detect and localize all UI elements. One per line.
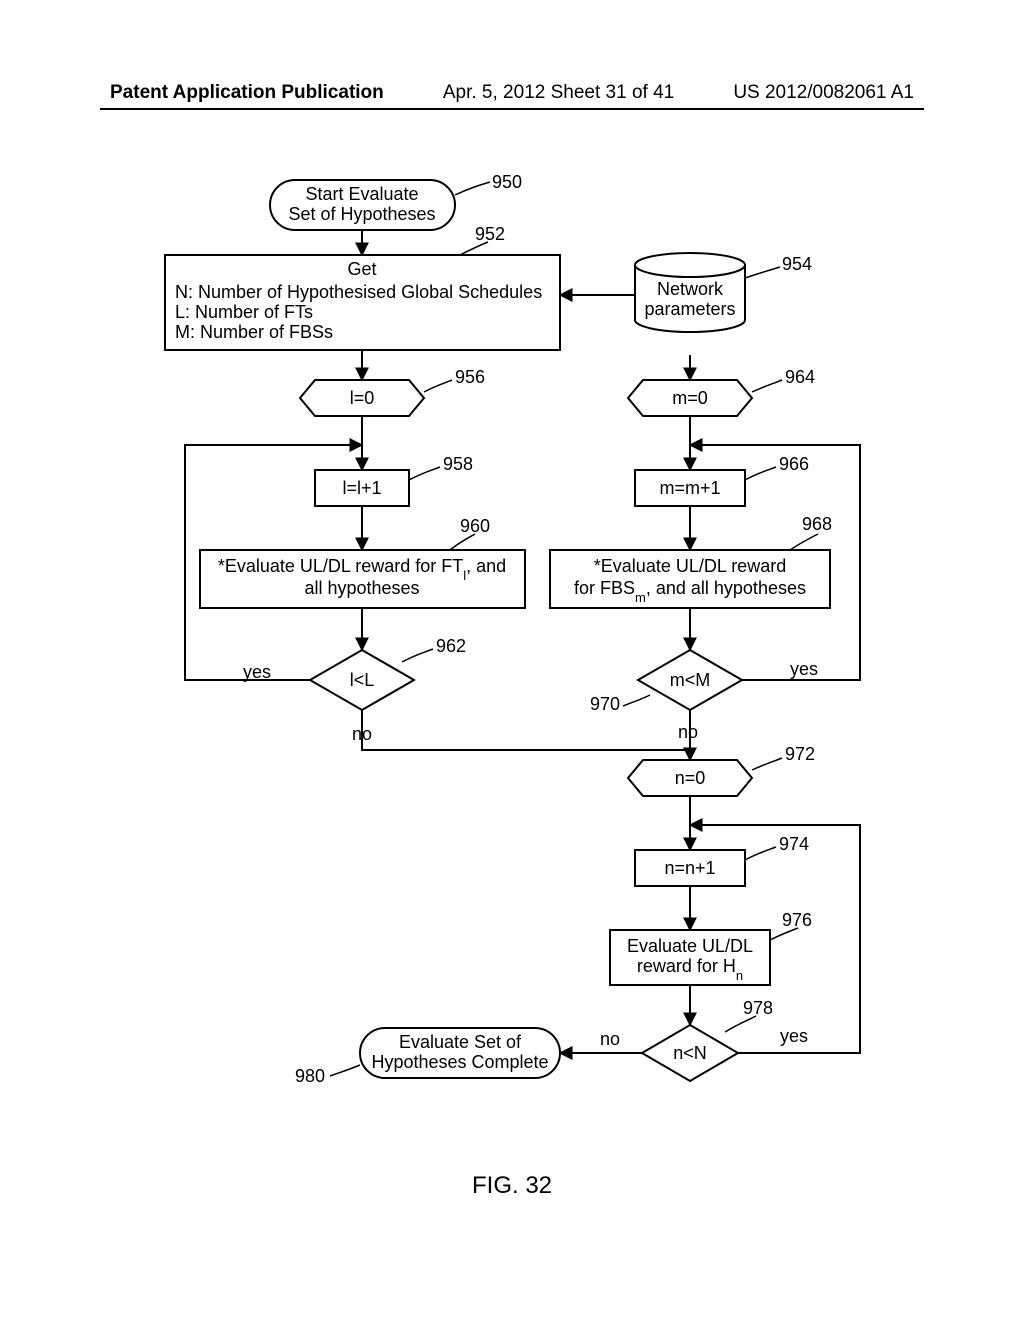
flowchart: Start Evaluate Set of Hypotheses 950 Get… (130, 170, 910, 1170)
svg-text:Network: Network (657, 279, 724, 299)
svg-text:Start Evaluate: Start Evaluate (305, 184, 418, 204)
label-970-no: no (678, 722, 698, 742)
node-958-inc-l: l=l+1 958 (315, 454, 473, 506)
node-978-test-n: n<N 978 (642, 998, 773, 1081)
svg-text:l<L: l<L (350, 670, 375, 690)
svg-text:m=m+1: m=m+1 (659, 478, 720, 498)
label-970-yes: yes (790, 659, 818, 679)
node-980-complete: Evaluate Set of Hypotheses Complete 980 (295, 1028, 560, 1086)
svg-text:970: 970 (590, 694, 620, 714)
node-956-init-l: l=0 956 (300, 367, 485, 416)
node-962-test-l: l<L 962 (310, 636, 466, 710)
svg-text:Evaluate Set of: Evaluate Set of (399, 1032, 522, 1052)
svg-text:976: 976 (782, 910, 812, 930)
node-974-inc-n: n=n+1 974 (635, 834, 809, 886)
page: Patent Application Publication Apr. 5, 2… (0, 0, 1024, 1320)
svg-text:972: 972 (785, 744, 815, 764)
node-966-inc-m: m=m+1 966 (635, 454, 809, 506)
svg-text:Evaluate UL/DL: Evaluate UL/DL (627, 936, 753, 956)
svg-text:974: 974 (779, 834, 809, 854)
header-right: US 2012/0082061 A1 (733, 82, 914, 104)
node-968-eval-fbs: *Evaluate UL/DL reward for FBSm, and all… (550, 514, 832, 608)
svg-text:952: 952 (475, 224, 505, 244)
svg-text:L: Number of FTs: L: Number of FTs (175, 302, 313, 322)
svg-text:l=l+1: l=l+1 (342, 478, 381, 498)
header-rule (100, 108, 924, 110)
svg-text:m=0: m=0 (672, 388, 708, 408)
figure-caption: FIG. 32 (0, 1172, 1024, 1200)
svg-text:964: 964 (785, 367, 815, 387)
svg-text:956: 956 (455, 367, 485, 387)
svg-text:*Evaluate UL/DL reward: *Evaluate UL/DL reward (594, 556, 786, 576)
svg-text:950: 950 (492, 172, 522, 192)
svg-text:N: Number of Hypothesised Glob: N: Number of Hypothesised Global Schedul… (175, 282, 542, 302)
page-header: Patent Application Publication Apr. 5, 2… (110, 82, 914, 104)
node-950-start: Start Evaluate Set of Hypotheses 950 (270, 172, 522, 230)
svg-text:960: 960 (460, 516, 490, 536)
svg-text:980: 980 (295, 1066, 325, 1086)
svg-text:962: 962 (436, 636, 466, 656)
header-center: Apr. 5, 2012 Sheet 31 of 41 (443, 82, 674, 104)
svg-text:n=n+1: n=n+1 (664, 858, 715, 878)
svg-text:966: 966 (779, 454, 809, 474)
svg-text:968: 968 (802, 514, 832, 534)
svg-text:n<N: n<N (673, 1043, 707, 1063)
header-left: Patent Application Publication (110, 82, 384, 104)
svg-text:all hypotheses: all hypotheses (304, 578, 419, 598)
node-954-db: Network parameters 954 (635, 253, 812, 332)
svg-text:958: 958 (443, 454, 473, 474)
svg-text:978: 978 (743, 998, 773, 1018)
svg-text:m<M: m<M (670, 670, 711, 690)
svg-text:Hypotheses Complete: Hypotheses Complete (371, 1052, 548, 1072)
svg-text:parameters: parameters (644, 299, 735, 319)
svg-text:954: 954 (782, 254, 812, 274)
svg-text:M: Number of FBSs: M: Number of FBSs (175, 322, 333, 342)
svg-text:Set of Hypotheses: Set of Hypotheses (288, 204, 435, 224)
label-978-no: no (600, 1029, 620, 1049)
svg-text:n=0: n=0 (675, 768, 706, 788)
label-978-yes: yes (780, 1026, 808, 1046)
node-970-test-m: m<M 970 (590, 650, 742, 714)
node-964-init-m: m=0 964 (628, 367, 815, 416)
node-976-eval-h: Evaluate UL/DL reward for Hn 976 (610, 910, 812, 985)
svg-text:l=0: l=0 (350, 388, 375, 408)
svg-text:Get: Get (347, 259, 376, 279)
node-972-init-n: n=0 972 (628, 744, 815, 796)
